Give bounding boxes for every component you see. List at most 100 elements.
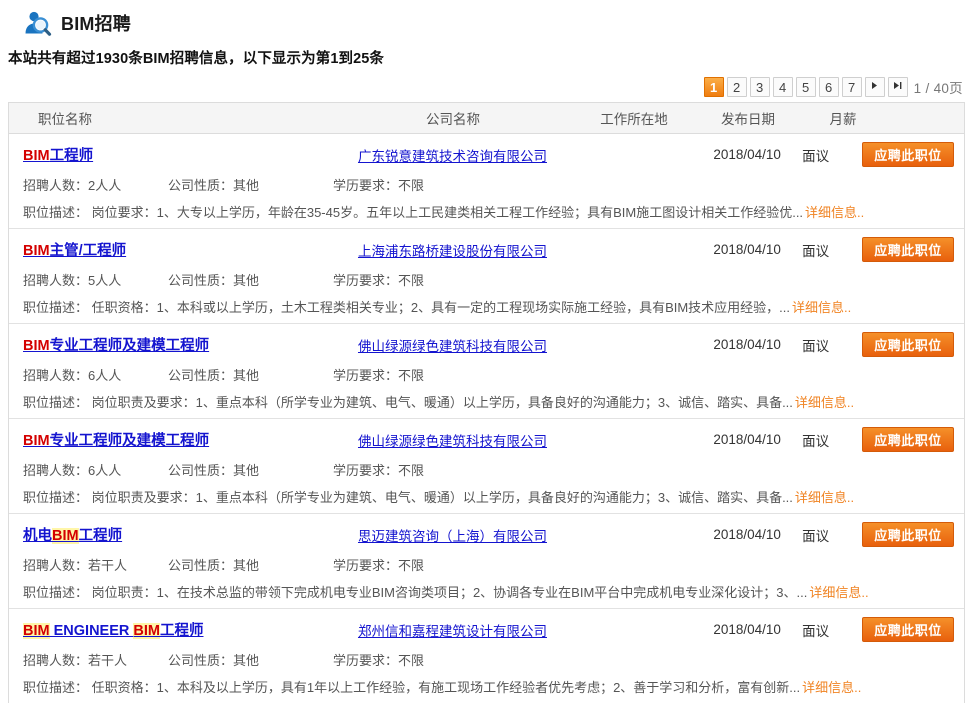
job-title-keyword: BIM: [23, 148, 50, 164]
job-salary: 面议: [802, 620, 862, 640]
result-summary: 本站共有超过1930条BIM招聘信息，以下显示为第1到25条: [0, 39, 973, 68]
page-info: 1 / 40页: [914, 77, 963, 97]
job-title-link[interactable]: 机电BIM工程师: [9, 524, 331, 545]
job-description-text: 职位描述： 岗位职责及要求：1、重点本科（所学专业为建筑、电气、暖通）以上学历，…: [23, 490, 793, 505]
job-meta-row: 招聘人数：5人人公司性质：其他学历要求：不限: [9, 266, 964, 293]
job-meta-row: 招聘人数：若干人公司性质：其他学历要求：不限: [9, 646, 964, 673]
job-apply-cell: 应聘此职位: [862, 427, 964, 452]
job-title-suffix: 工程师: [160, 623, 204, 639]
job-title-link[interactable]: BIM主管/工程师: [9, 239, 331, 260]
job-row: BIM专业工程师及建模工程师佛山绿源绿色建筑科技有限公司2018/04/10面议…: [9, 419, 964, 514]
job-date: 2018/04/10: [692, 622, 802, 637]
job-detail-link[interactable]: 详细信息..: [795, 395, 854, 410]
job-title-link[interactable]: BIM专业工程师及建模工程师: [9, 334, 331, 355]
page-button-4[interactable]: 4: [773, 77, 793, 97]
job-meta-row: 招聘人数：6人人公司性质：其他学历要求：不限: [9, 456, 964, 483]
job-headcount: 招聘人数：2人人: [23, 175, 168, 194]
job-summary-row: BIM主管/工程师上海浦东路桥建设股份有限公司2018/04/10面议应聘此职位: [9, 229, 964, 266]
job-summary-row: BIM专业工程师及建模工程师佛山绿源绿色建筑科技有限公司2018/04/10面议…: [9, 324, 964, 361]
job-title-suffix: 专业工程师及建模工程师: [50, 338, 210, 354]
job-title-keyword: BIM: [23, 433, 50, 449]
job-education: 学历要求：不限: [333, 270, 533, 289]
job-description-text: 职位描述： 任职资格：1、本科及以上学历，具有1年以上工作经验，有施工现场工作经…: [23, 680, 800, 695]
job-summary-row: 机电BIM工程师思迈建筑咨询（上海）有限公司 2018/04/10面议应聘此职位: [9, 514, 964, 551]
job-company-link[interactable]: 思迈建筑咨询（上海）有限公司: [331, 525, 575, 545]
job-detail-link[interactable]: 详细信息..: [805, 205, 864, 220]
job-headcount: 招聘人数：若干人: [23, 650, 168, 669]
page-button-2[interactable]: 2: [727, 77, 747, 97]
last-page-icon[interactable]: [888, 77, 908, 97]
pagination: 1 2 3 4 5 6 7 1 / 40页: [0, 68, 973, 98]
apply-button[interactable]: 应聘此职位: [862, 142, 954, 167]
job-title-keyword-2: BIM: [133, 623, 160, 639]
job-meta-row: 招聘人数：2人人公司性质：其他学历要求：不限: [9, 171, 964, 198]
job-title-suffix: 主管/工程师: [50, 243, 127, 259]
job-detail-link[interactable]: 详细信息..: [802, 680, 861, 695]
job-rows-container: BIM工程师广东锐意建筑技术咨询有限公司2018/04/10面议应聘此职位招聘人…: [9, 134, 964, 703]
job-row: BIM工程师广东锐意建筑技术咨询有限公司2018/04/10面议应聘此职位招聘人…: [9, 134, 964, 229]
job-title-suffix: 专业工程师及建模工程师: [50, 433, 210, 449]
job-company-link[interactable]: 佛山绿源绿色建筑科技有限公司: [331, 430, 575, 450]
job-salary: 面议: [802, 145, 862, 165]
job-title-mid: ENGINEER: [50, 623, 134, 639]
job-description-text: 职位描述： 岗位职责：1、在技术总监的带领下完成机电专业BIM咨询类项目；2、协…: [23, 585, 807, 600]
job-title-link[interactable]: BIM工程师: [9, 144, 331, 165]
column-header-location: 工作所在地: [575, 108, 693, 128]
person-search-icon: [22, 8, 52, 38]
job-row: 机电BIM工程师思迈建筑咨询（上海）有限公司 2018/04/10面议应聘此职位招…: [9, 514, 964, 609]
job-title-link[interactable]: BIM ENGINEER BIM工程师: [9, 619, 331, 640]
page-button-7[interactable]: 7: [842, 77, 862, 97]
apply-button[interactable]: 应聘此职位: [862, 617, 954, 642]
apply-button[interactable]: 应聘此职位: [862, 332, 954, 357]
job-headcount: 招聘人数：5人人: [23, 270, 168, 289]
job-education: 学历要求：不限: [333, 365, 533, 384]
job-date: 2018/04/10: [692, 432, 802, 447]
job-list: 职位名称 公司名称 工作所在地 发布日期 月薪 BIM工程师广东锐意建筑技术咨询…: [8, 102, 965, 703]
job-detail-link[interactable]: 详细信息..: [795, 490, 854, 505]
job-company-link[interactable]: 郑州信和嘉程建筑设计有限公司: [331, 620, 575, 640]
job-salary: 面议: [802, 240, 862, 260]
job-detail-link[interactable]: 详细信息..: [809, 585, 868, 600]
job-description: 职位描述： 岗位职责及要求：1、重点本科（所学专业为建筑、电气、暖通）以上学历，…: [9, 388, 964, 418]
job-title-link[interactable]: BIM专业工程师及建模工程师: [9, 429, 331, 450]
job-date: 2018/04/10: [692, 527, 802, 542]
job-meta-row: 招聘人数：若干人公司性质：其他学历要求：不限: [9, 551, 964, 578]
page-title: BIM招聘: [61, 10, 131, 36]
job-headcount: 招聘人数：6人人: [23, 460, 168, 479]
page-button-3[interactable]: 3: [750, 77, 770, 97]
job-company-link[interactable]: 佛山绿源绿色建筑科技有限公司: [331, 335, 575, 355]
job-meta-row: 招聘人数：6人人公司性质：其他学历要求：不限: [9, 361, 964, 388]
job-date: 2018/04/10: [692, 242, 802, 257]
column-header-salary: 月薪: [803, 108, 883, 128]
column-header-date: 发布日期: [693, 108, 803, 128]
page-button-5[interactable]: 5: [796, 77, 816, 97]
job-apply-cell: 应聘此职位: [862, 237, 964, 262]
page-button-6[interactable]: 6: [819, 77, 839, 97]
brand-row: BIM招聘: [0, 6, 973, 39]
job-description: 职位描述： 任职资格：1、本科及以上学历，具有1年以上工作经验，有施工现场工作经…: [9, 673, 964, 703]
apply-button[interactable]: 应聘此职位: [862, 237, 954, 262]
job-company-link[interactable]: 广东锐意建筑技术咨询有限公司: [331, 145, 575, 165]
job-education: 学历要求：不限: [333, 650, 533, 669]
job-title-keyword: BIM: [23, 243, 50, 259]
job-title-suffix: 工程师: [50, 148, 94, 164]
job-education: 学历要求：不限: [333, 555, 533, 574]
job-company-nature: 公司性质：其他: [168, 650, 333, 669]
job-apply-cell: 应聘此职位: [862, 142, 964, 167]
next-page-icon[interactable]: [865, 77, 885, 97]
job-salary: 面议: [802, 525, 862, 545]
job-row: BIM主管/工程师上海浦东路桥建设股份有限公司2018/04/10面议应聘此职位…: [9, 229, 964, 324]
job-salary: 面议: [802, 430, 862, 450]
apply-button[interactable]: 应聘此职位: [862, 522, 954, 547]
apply-button[interactable]: 应聘此职位: [862, 427, 954, 452]
job-description: 职位描述： 任职资格：1、本科或以上学历，土木工程类相关专业；2、具有一定的工程…: [9, 293, 964, 323]
job-company-link[interactable]: 上海浦东路桥建设股份有限公司: [331, 240, 575, 260]
job-headcount: 招聘人数：若干人: [23, 555, 168, 574]
job-summary-row: BIM专业工程师及建模工程师佛山绿源绿色建筑科技有限公司2018/04/10面议…: [9, 419, 964, 456]
job-description: 职位描述： 岗位要求：1、大专以上学历，年龄在35-45岁。五年以上工民建类相关…: [9, 198, 964, 228]
job-description: 职位描述： 岗位职责及要求：1、重点本科（所学专业为建筑、电气、暖通）以上学历，…: [9, 483, 964, 513]
job-detail-link[interactable]: 详细信息..: [792, 300, 851, 315]
job-title-prefix: 机电: [23, 528, 52, 544]
job-description-text: 职位描述： 任职资格：1、本科或以上学历，土木工程类相关专业；2、具有一定的工程…: [23, 300, 790, 315]
page-button-1[interactable]: 1: [704, 77, 724, 97]
